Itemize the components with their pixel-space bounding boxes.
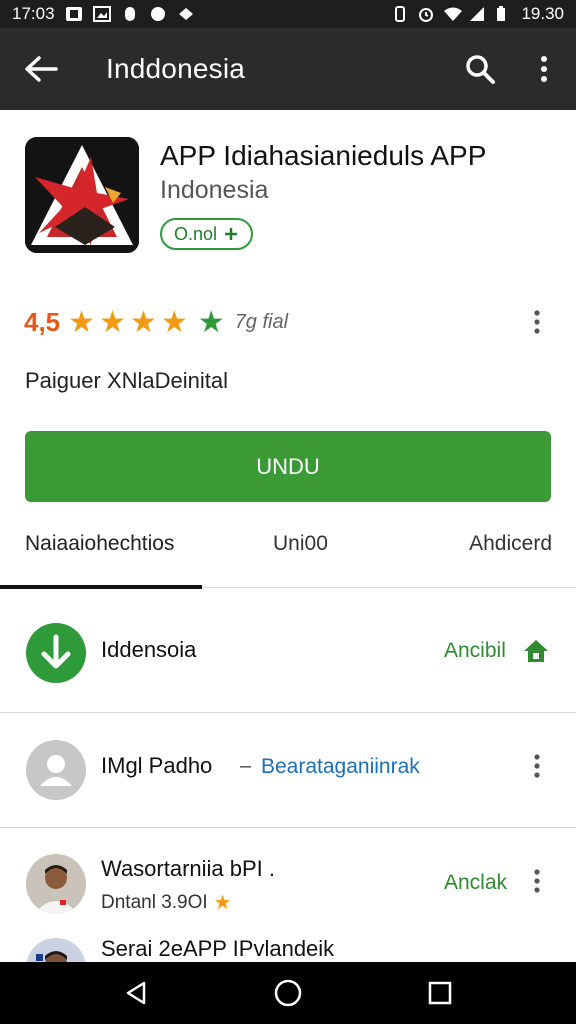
battery-icon <box>495 6 513 22</box>
page-title: Inddonesia <box>106 53 246 84</box>
tab-related[interactable]: Ahdicerd <box>469 532 552 556</box>
download-icon <box>26 623 86 683</box>
list-item-more-button[interactable] <box>522 746 552 786</box>
list-item-title: IMgl Padho <box>101 753 213 778</box>
app-logo-icon <box>25 137 139 253</box>
rating-stars: ★ ★ ★ ★ ★ <box>68 305 225 340</box>
nav-home-icon <box>274 979 302 1007</box>
list-item-subtitle: Dntanl 3.9OI ★ <box>101 890 232 915</box>
default-avatar-icon <box>26 740 86 800</box>
nav-recents-button[interactable] <box>410 963 470 1023</box>
list-item[interactable]: Wasortarniia bPI . Dntanl 3.9OI ★ Anclak <box>0 828 576 940</box>
list-item[interactable]: Serai 2eAPP IPvlandeik <box>0 928 576 962</box>
badge-label: O.nol <box>174 223 218 244</box>
overflow-menu-button[interactable] <box>512 28 576 110</box>
notification-icon <box>65 6 83 22</box>
status-time-right: 19.30 <box>521 4 564 23</box>
list-item-more-button[interactable] <box>522 861 552 901</box>
editors-choice-star-icon: ★ <box>197 305 225 339</box>
list-item-subtitle-text: Dntanl 3.9OI <box>101 891 208 913</box>
developer-name[interactable]: Indonesia <box>160 176 268 205</box>
rating-score: 4,5 <box>24 306 61 337</box>
rating-more-button[interactable] <box>520 300 554 344</box>
list-item[interactable]: IMgl Padho – Bearataganiinrak <box>0 713 576 827</box>
wifi-icon <box>443 6 463 22</box>
more-vert-icon <box>534 310 540 334</box>
nav-recents-icon <box>428 981 452 1005</box>
install-button[interactable]: UNDU <box>25 431 551 502</box>
tab-bar: Naiaaiohechtios Uni00 Ahdicerd <box>0 520 576 589</box>
app-name: APP Idiahasianieduls APP <box>160 140 487 171</box>
list-item-action[interactable]: Anclak <box>444 871 507 895</box>
list-item-title: Serai 2eAPP IPvlandeik <box>101 936 335 961</box>
arrow-back-icon <box>25 56 58 82</box>
tab-reviews[interactable]: Uni00 <box>273 532 328 556</box>
back-button[interactable] <box>0 28 82 110</box>
image-notification-icon <box>92 6 111 22</box>
more-vert-icon <box>534 869 540 893</box>
alarm-icon <box>417 6 435 22</box>
list-item[interactable]: Iddensoia Ancibil <box>0 588 576 712</box>
separator-dash: – <box>240 755 252 777</box>
star-icon: ★ <box>129 305 157 339</box>
vibrate-icon <box>391 6 409 22</box>
list-item-link[interactable]: Bearataganiinrak <box>261 755 420 779</box>
status-time-left: 17:03 <box>12 4 55 23</box>
user-avatar <box>26 938 86 962</box>
rating-count: 7g fial <box>234 310 289 333</box>
record-icon <box>121 6 139 22</box>
star-icon: ★ <box>213 892 232 914</box>
list-item-action[interactable]: Ancibil <box>444 639 506 663</box>
user-avatar <box>26 854 86 914</box>
star-icon: ★ <box>99 305 126 339</box>
app-bar: Inddonesia <box>0 28 576 110</box>
list-item-title: Wasortarniia bPI . <box>101 856 276 881</box>
star-half-icon: ★ <box>160 305 188 339</box>
more-vert-icon <box>534 754 540 778</box>
navigation-bar <box>0 962 576 1024</box>
nav-home-button[interactable] <box>258 963 318 1023</box>
signal-icon <box>469 6 487 22</box>
search-button[interactable] <box>448 28 512 110</box>
list-item-title: Iddensoia <box>101 637 197 662</box>
app-header: APP Idiahasianieduls APP Indonesia O.nol <box>0 110 576 280</box>
nav-back-button[interactable] <box>106 963 166 1023</box>
category-label[interactable]: Paiguer XNlaDeinital <box>25 368 228 394</box>
home-icon <box>522 638 550 669</box>
rating-row: 4,5 ★ ★ ★ ★ ★ 7g fial <box>24 300 554 344</box>
nav-back-icon <box>126 981 146 1005</box>
content-badge: O.nol <box>160 218 254 250</box>
app-notification-icon <box>177 6 195 22</box>
status-bar: 17:03 19.30 <box>0 0 576 28</box>
plus-icon <box>225 228 238 240</box>
star-icon: ★ <box>68 305 96 339</box>
more-vert-icon <box>541 56 547 82</box>
search-icon <box>466 55 495 84</box>
tab-details[interactable]: Naiaaiohechtios <box>25 532 174 556</box>
message-icon <box>149 6 167 22</box>
